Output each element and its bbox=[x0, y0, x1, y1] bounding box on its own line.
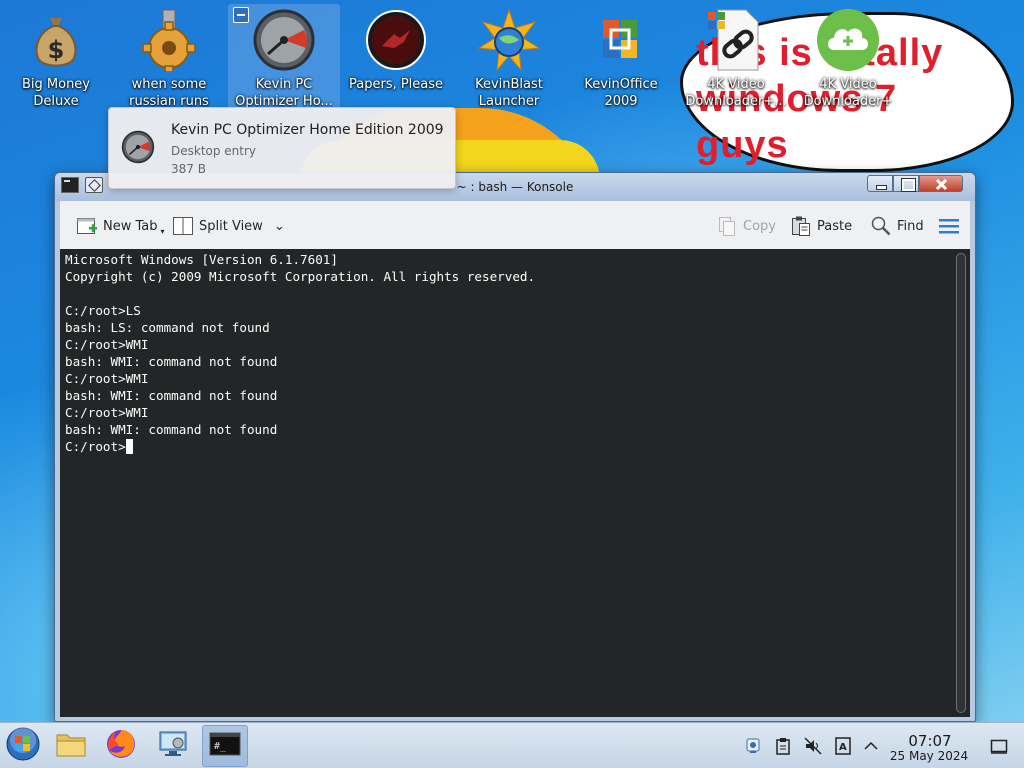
search-icon bbox=[870, 215, 892, 237]
find-button[interactable]: Find bbox=[870, 213, 924, 239]
desktop-icon-4k-video-downloader-link[interactable]: 4K Video Downloader+... bbox=[680, 4, 792, 112]
terminal-area[interactable]: Microsoft Windows [Version 6.1.7601] Cop… bbox=[60, 249, 970, 717]
terminal-line: C:/root>WMI bbox=[65, 405, 149, 420]
firefox-icon bbox=[105, 728, 137, 764]
clock-time[interactable]: 07:07 bbox=[892, 732, 968, 750]
tooltip-size: 387 B bbox=[171, 162, 206, 176]
taskbar-firefox[interactable] bbox=[98, 725, 144, 767]
toolbar: New Tab ▾ Split View ⌄ Copy Paste Find bbox=[60, 201, 970, 249]
taskbar: #_ A 07:07 25 May 2024 bbox=[0, 722, 1024, 768]
new-tab-label: New Tab bbox=[103, 218, 158, 234]
tooltip-type: Desktop entry bbox=[171, 144, 257, 158]
taskbar-file-manager[interactable] bbox=[48, 725, 94, 767]
svg-text:#_: #_ bbox=[214, 741, 227, 752]
paste-label: Paste bbox=[817, 218, 853, 234]
link-document-icon bbox=[704, 8, 768, 72]
desktop-icon-label: KevinBlast Launcher bbox=[475, 77, 543, 109]
hamburger-menu-icon bbox=[938, 215, 960, 237]
split-view-icon bbox=[172, 215, 194, 237]
copy-icon bbox=[716, 215, 738, 237]
tooltip-title: Kevin PC Optimizer Home Edition 2009 bbox=[171, 122, 444, 138]
terminal-line: C:/root>LS bbox=[65, 303, 141, 318]
start-button[interactable] bbox=[0, 725, 46, 767]
office-icon bbox=[589, 8, 653, 72]
terminal-icon: #_ bbox=[209, 732, 241, 760]
clock-date[interactable]: 25 May 2024 bbox=[884, 749, 974, 763]
paste-icon bbox=[790, 215, 812, 237]
taskbar-konsole[interactable]: #_ bbox=[202, 725, 248, 767]
split-view-label: Split View bbox=[199, 218, 263, 234]
maximize-button[interactable] bbox=[893, 175, 919, 192]
paste-button[interactable]: Paste bbox=[790, 213, 852, 239]
desktop-icon-label: Papers, Please bbox=[348, 77, 444, 92]
copy-button[interactable]: Copy bbox=[716, 213, 776, 239]
split-view-button[interactable]: Split View ⌄ bbox=[172, 213, 285, 239]
gauge-icon bbox=[121, 130, 155, 164]
terminal-line: C:/root>WMI bbox=[65, 371, 149, 386]
desktop-icon-label: KevinOffice 2009 bbox=[584, 77, 658, 109]
gauge-icon bbox=[252, 8, 316, 72]
terminal-line: Microsoft Windows [Version 6.1.7601] bbox=[65, 252, 338, 267]
terminal-line: C:/root>WMI bbox=[65, 337, 149, 352]
chevron-down-icon: ▾ bbox=[160, 226, 165, 236]
desktop-icon-label: 4K Video Downloader+... bbox=[685, 77, 787, 109]
terminal-line: bash: WMI: command not found bbox=[65, 388, 278, 403]
chevron-up-icon[interactable] bbox=[862, 737, 880, 755]
desktop-icon-label: 4K Video Downloader+ bbox=[803, 77, 893, 109]
desktop-icon-kevinblast-launcher[interactable]: KevinBlast Launcher bbox=[453, 4, 565, 112]
terminal-scrollbar[interactable] bbox=[956, 253, 966, 713]
folder-icon bbox=[55, 729, 87, 763]
clipboard-icon[interactable] bbox=[774, 737, 792, 755]
desktop-icon-label: when some russian runs a... bbox=[129, 77, 209, 109]
desktop-icon-4k-video-downloader[interactable]: 4K Video Downloader+ bbox=[792, 4, 904, 112]
taskbar-system-settings[interactable] bbox=[150, 725, 196, 767]
input-method-icon[interactable]: A bbox=[834, 737, 852, 755]
display-icon[interactable] bbox=[744, 737, 762, 755]
terminal-output: Microsoft Windows [Version 6.1.7601] Cop… bbox=[65, 251, 535, 455]
papers-please-icon bbox=[364, 8, 428, 72]
terminal-prompt: C:/root> bbox=[65, 439, 126, 454]
close-button[interactable] bbox=[919, 175, 963, 192]
computer-settings-icon bbox=[156, 729, 190, 763]
show-desktop-icon[interactable] bbox=[990, 737, 1008, 755]
chevron-down-icon: ⌄ bbox=[273, 218, 285, 234]
terminal-line: bash: WMI: command not found bbox=[65, 422, 278, 437]
copy-label: Copy bbox=[743, 218, 776, 234]
gear-icon bbox=[137, 8, 201, 73]
new-tab-button[interactable]: New Tab ▾ bbox=[76, 213, 165, 239]
svg-text:$: $ bbox=[48, 36, 65, 64]
terminal-line: bash: LS: command not found bbox=[65, 320, 270, 335]
desktop-entry-tooltip: Kevin PC Optimizer Home Edition 2009 Des… bbox=[108, 107, 456, 189]
text-cursor bbox=[125, 439, 133, 454]
volume-muted-icon[interactable] bbox=[804, 737, 822, 755]
desktop-icon-label: Big Money Deluxe bbox=[21, 77, 90, 109]
windows-orb-icon bbox=[6, 727, 40, 765]
konsole-window[interactable]: ~ : bash — Konsole New Tab ▾ Split View … bbox=[54, 172, 976, 722]
money-bag-icon: $ bbox=[24, 8, 88, 72]
minimize-button[interactable] bbox=[867, 175, 893, 192]
desktop-icon-big-money-deluxe[interactable]: $ Big Money Deluxe bbox=[0, 4, 112, 112]
terminal-line: bash: WMI: command not found bbox=[65, 354, 278, 369]
select-toggle-icon[interactable] bbox=[233, 7, 249, 23]
hamburger-menu-button[interactable] bbox=[938, 213, 960, 239]
desktop-icon-kevin-pc-optimizer[interactable]: Kevin PC Optimizer Ho... bbox=[228, 4, 340, 112]
cloud-download-icon bbox=[816, 8, 880, 72]
globe-burst-icon bbox=[477, 8, 541, 72]
find-label: Find bbox=[897, 218, 924, 234]
desktop-icon-russian-script[interactable]: when some russian runs a... bbox=[113, 4, 225, 112]
desktop-icon-label: Kevin PC Optimizer Ho... bbox=[235, 77, 333, 109]
new-tab-icon bbox=[76, 215, 98, 237]
svg-text:A: A bbox=[839, 742, 847, 753]
terminal-line: Copyright (c) 2009 Microsoft Corporation… bbox=[65, 269, 536, 284]
desktop-icon-kevinoffice-2009[interactable]: KevinOffice 2009 bbox=[565, 4, 677, 112]
desktop-icon-papers-please[interactable]: Papers, Please bbox=[340, 4, 452, 112]
